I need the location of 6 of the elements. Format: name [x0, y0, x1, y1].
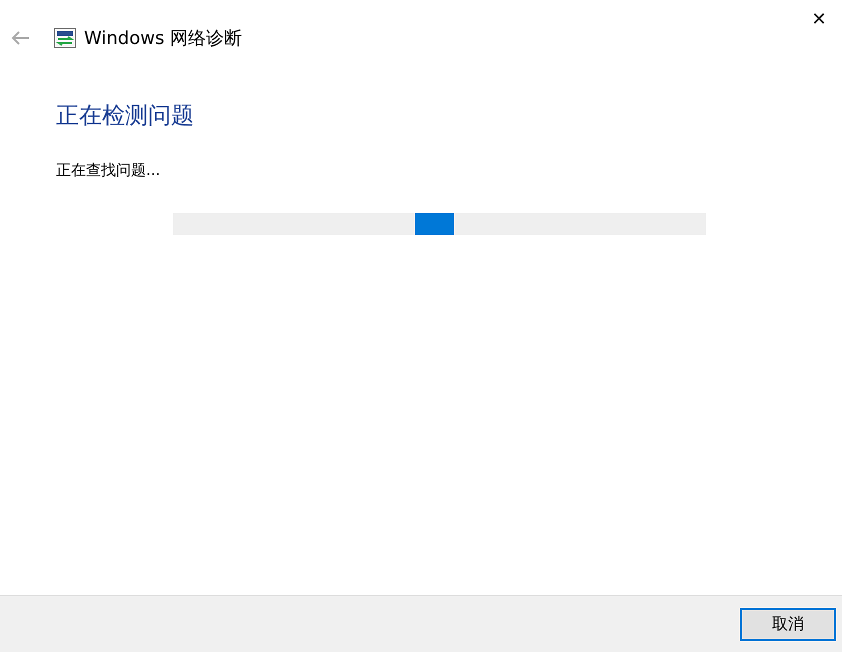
cancel-button[interactable]: 取消 [740, 608, 836, 640]
close-button[interactable]: ✕ [796, 0, 842, 38]
status-text: 正在查找问题... [56, 161, 162, 180]
network-icon [54, 28, 76, 48]
page-heading: 正在检测问题 [56, 102, 195, 131]
window-title: Windows 网络诊断 [84, 27, 242, 50]
